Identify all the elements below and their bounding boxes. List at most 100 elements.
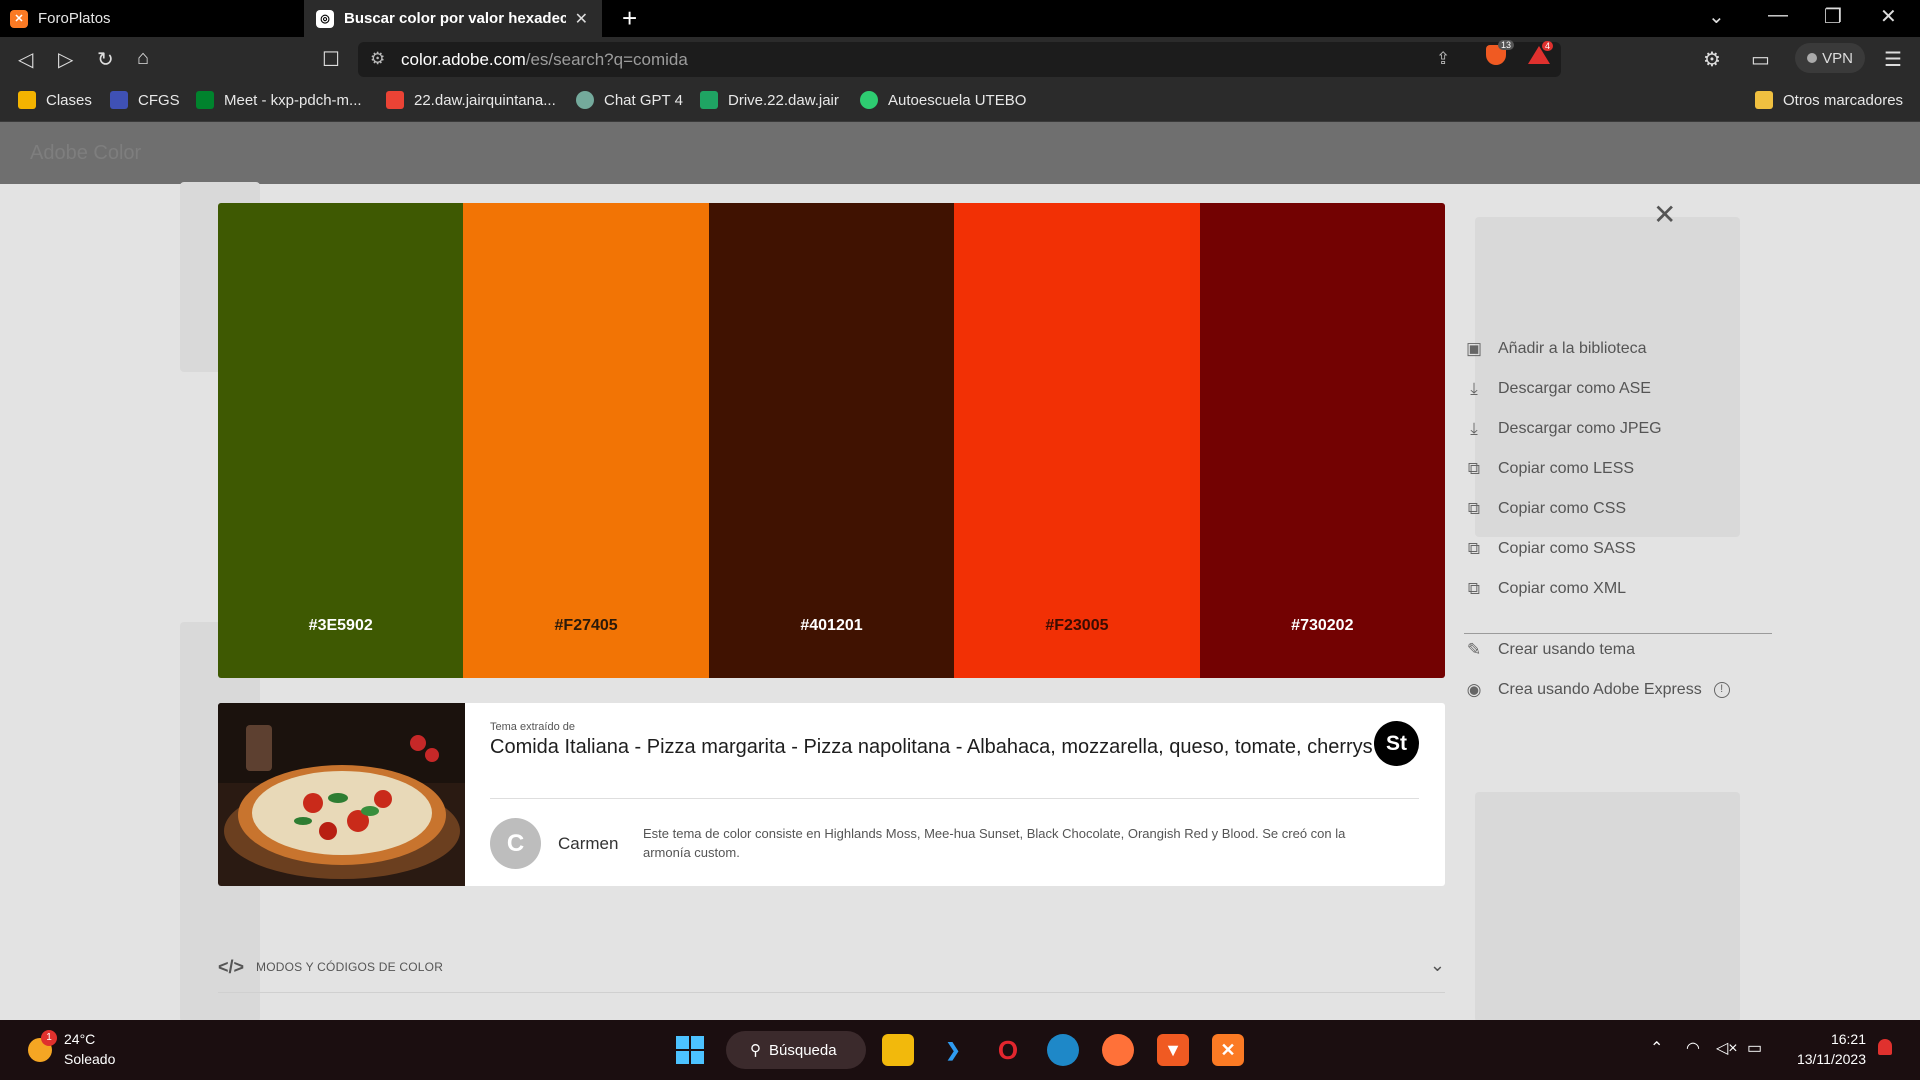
adobe-express-icon: ◉ — [1466, 680, 1482, 699]
adobe-color-icon: ◎ — [316, 9, 334, 28]
taskbar: 1 24°C Soleado ⚲ Búsqueda ❯ O ▼ ✕ ⌃ ◠ ◁× … — [0, 1020, 1920, 1080]
url-text[interactable]: color.adobe.com/es/search?q=comida — [401, 50, 688, 70]
wallet-icon[interactable]: ▭ — [1751, 47, 1770, 72]
swatch-hex-label: #3E5902 — [308, 617, 373, 634]
extracted-from-label: Tema extraído de — [490, 721, 575, 733]
minimize-button[interactable]: — — [1768, 4, 1788, 27]
copy-sass-button[interactable]: ⧉ Copiar como SASS — [1463, 536, 1636, 562]
copy-css-button[interactable]: ⧉ Copiar como CSS — [1463, 496, 1626, 522]
swatch-blood[interactable]: #730202 — [1199, 203, 1445, 678]
bookmark-chatgpt[interactable]: Chat GPT 4 — [576, 91, 683, 109]
menu-icon[interactable]: ☰ — [1884, 47, 1902, 72]
edge-icon[interactable] — [1047, 1034, 1079, 1066]
address-bar[interactable]: ⚙ color.adobe.com/es/search?q=comida ⇪ — [358, 42, 1561, 77]
clock-time[interactable]: 16:21 — [1796, 1031, 1866, 1047]
download-jpeg-button[interactable]: ⤓ Descargar como JPEG — [1463, 416, 1661, 442]
bookmark-drive[interactable]: Drive.22.daw.jair — [700, 91, 839, 109]
color-modes-section[interactable]: </> MODOS Y CÓDIGOS DE COLOR ⌄ — [218, 955, 1445, 983]
create-using-theme-button[interactable]: ✎ Crear usando tema — [1463, 637, 1635, 663]
bookmark-gmail[interactable]: 22.daw.jairquintana... — [386, 91, 556, 109]
wifi-icon[interactable]: ◠ — [1686, 1038, 1700, 1058]
bookmark-clases[interactable]: Clases — [18, 91, 92, 109]
color-modes-label: MODOS Y CÓDIGOS DE COLOR — [256, 960, 444, 974]
library-icon: ▣ — [1465, 339, 1483, 358]
swatch-hex-label: #401201 — [800, 617, 863, 634]
autoescuela-icon — [860, 91, 878, 109]
drive-icon — [700, 91, 718, 109]
tab-adobe-color[interactable]: ◎ Buscar color por valor hexadecimal ✕ — [304, 0, 602, 37]
extensions-icon[interactable]: ⚙ — [1703, 47, 1721, 72]
swatch-orangish-red[interactable]: #F23005 — [954, 203, 1200, 678]
swatch-highlands-moss[interactable]: #3E5902 — [218, 203, 464, 678]
temperature[interactable]: 24°C — [64, 1031, 95, 1047]
forward-icon[interactable]: ▷ — [58, 47, 73, 72]
color-palette: #3E5902 #F27405 #401201 #F23005 #730202 — [218, 203, 1445, 678]
tab-close-icon[interactable]: ✕ — [575, 9, 588, 29]
bookmark-other-folder[interactable]: Otros marcadores — [1755, 91, 1903, 109]
new-tab-button[interactable]: + — [622, 3, 637, 34]
chevron-down-icon[interactable]: ⌄ — [1430, 955, 1445, 976]
vscode-icon[interactable]: ❯ — [937, 1034, 969, 1066]
meet-icon — [196, 91, 214, 109]
back-icon[interactable]: ◁ — [18, 47, 33, 72]
firefox-icon[interactable] — [1102, 1034, 1134, 1066]
download-icon: ⤓ — [1470, 379, 1478, 398]
brave-icon[interactable]: ▼ — [1157, 1034, 1189, 1066]
vpn-button[interactable]: VPN — [1795, 43, 1865, 73]
tab-list-chevron-icon[interactable]: ⌄ — [1708, 4, 1725, 29]
volume-muted-icon[interactable]: ◁× — [1716, 1038, 1738, 1058]
close-modal-icon[interactable]: ✕ — [1653, 198, 1676, 231]
adobe-stock-icon[interactable]: St — [1374, 721, 1419, 766]
home-icon[interactable]: ⌂ — [137, 47, 149, 70]
divider — [218, 992, 1445, 993]
bookmark-cfgs[interactable]: CFGS — [110, 91, 180, 109]
windows-start-icon[interactable] — [676, 1036, 704, 1064]
author-name[interactable]: Carmen — [558, 834, 618, 854]
download-ase-button[interactable]: ⤓ Descargar como ASE — [1463, 376, 1651, 402]
file-explorer-icon[interactable] — [882, 1034, 914, 1066]
weather-badge: 1 — [41, 1030, 57, 1046]
theme-info-card: Tema extraído de Comida Italiana - Pizza… — [218, 703, 1445, 886]
bookmark-autoescuela[interactable]: Autoescuela UTEBO — [860, 91, 1026, 109]
battery-icon[interactable]: ▭ — [1747, 1038, 1762, 1058]
create-adobe-express-button[interactable]: ◉ Crea usando Adobe Express! — [1463, 677, 1730, 703]
swatch-black-chocolate[interactable]: #401201 — [708, 203, 955, 678]
tab-title: Buscar color por valor hexadecimal — [344, 10, 566, 27]
swatch-mee-hua-sunset[interactable]: #F27405 — [463, 203, 709, 678]
clock-date[interactable]: 13/11/2023 — [1786, 1051, 1866, 1067]
close-window-button[interactable]: ✕ — [1880, 4, 1897, 29]
site-info-icon[interactable]: ⚙ — [370, 49, 385, 69]
tab-strip: ✕ ForoPlatos ◎ Buscar color por valor he… — [0, 0, 1920, 37]
tray-overflow-icon[interactable]: ⌃ — [1650, 1038, 1663, 1058]
copy-xml-button[interactable]: ⧉ Copiar como XML — [1463, 576, 1626, 602]
restore-button[interactable]: ❐ — [1824, 4, 1842, 29]
copy-icon: ⧉ — [1467, 579, 1481, 598]
bookmarks-bar: Clases CFGS Meet - kxp-pdch-m... 22.daw.… — [0, 82, 1920, 122]
share-icon[interactable]: ⇪ — [1436, 49, 1450, 69]
bookmark-meet[interactable]: Meet - kxp-pdch-m... — [196, 91, 362, 109]
avatar[interactable]: C — [490, 818, 541, 869]
copy-icon: ⧉ — [1467, 539, 1481, 558]
brush-icon: ✎ — [1466, 640, 1482, 659]
notification-icon[interactable] — [1878, 1039, 1892, 1055]
rewards-badge: 4 — [1542, 41, 1554, 51]
chatgpt-icon — [576, 91, 594, 109]
opera-icon[interactable]: O — [992, 1034, 1024, 1066]
pizza-thumbnail[interactable] — [218, 703, 465, 886]
xampp-icon[interactable]: ✕ — [1212, 1034, 1244, 1066]
gmail-icon — [386, 91, 404, 109]
info-icon[interactable]: ! — [1713, 682, 1730, 698]
background-card — [1475, 792, 1740, 1022]
brave-shield-icon[interactable]: 13 — [1486, 40, 1514, 65]
reload-icon[interactable]: ↻ — [97, 47, 114, 72]
taskbar-search[interactable]: ⚲ Búsqueda — [726, 1031, 866, 1069]
tab-foroplatos[interactable]: ✕ ForoPlatos — [10, 0, 300, 37]
add-to-library-button[interactable]: ▣ Añadir a la biblioteca — [1463, 336, 1647, 362]
adobe-color-header: Adobe Color — [0, 122, 1920, 184]
tab-title: ForoPlatos — [38, 10, 111, 27]
copy-less-button[interactable]: ⧉ Copiar como LESS — [1463, 456, 1634, 482]
theme-description: Este tema de color consiste en Highlands… — [643, 826, 1346, 860]
divider — [1464, 633, 1772, 634]
bookmark-icon[interactable]: ☐ — [322, 47, 340, 72]
weather-condition[interactable]: Soleado — [64, 1051, 115, 1067]
